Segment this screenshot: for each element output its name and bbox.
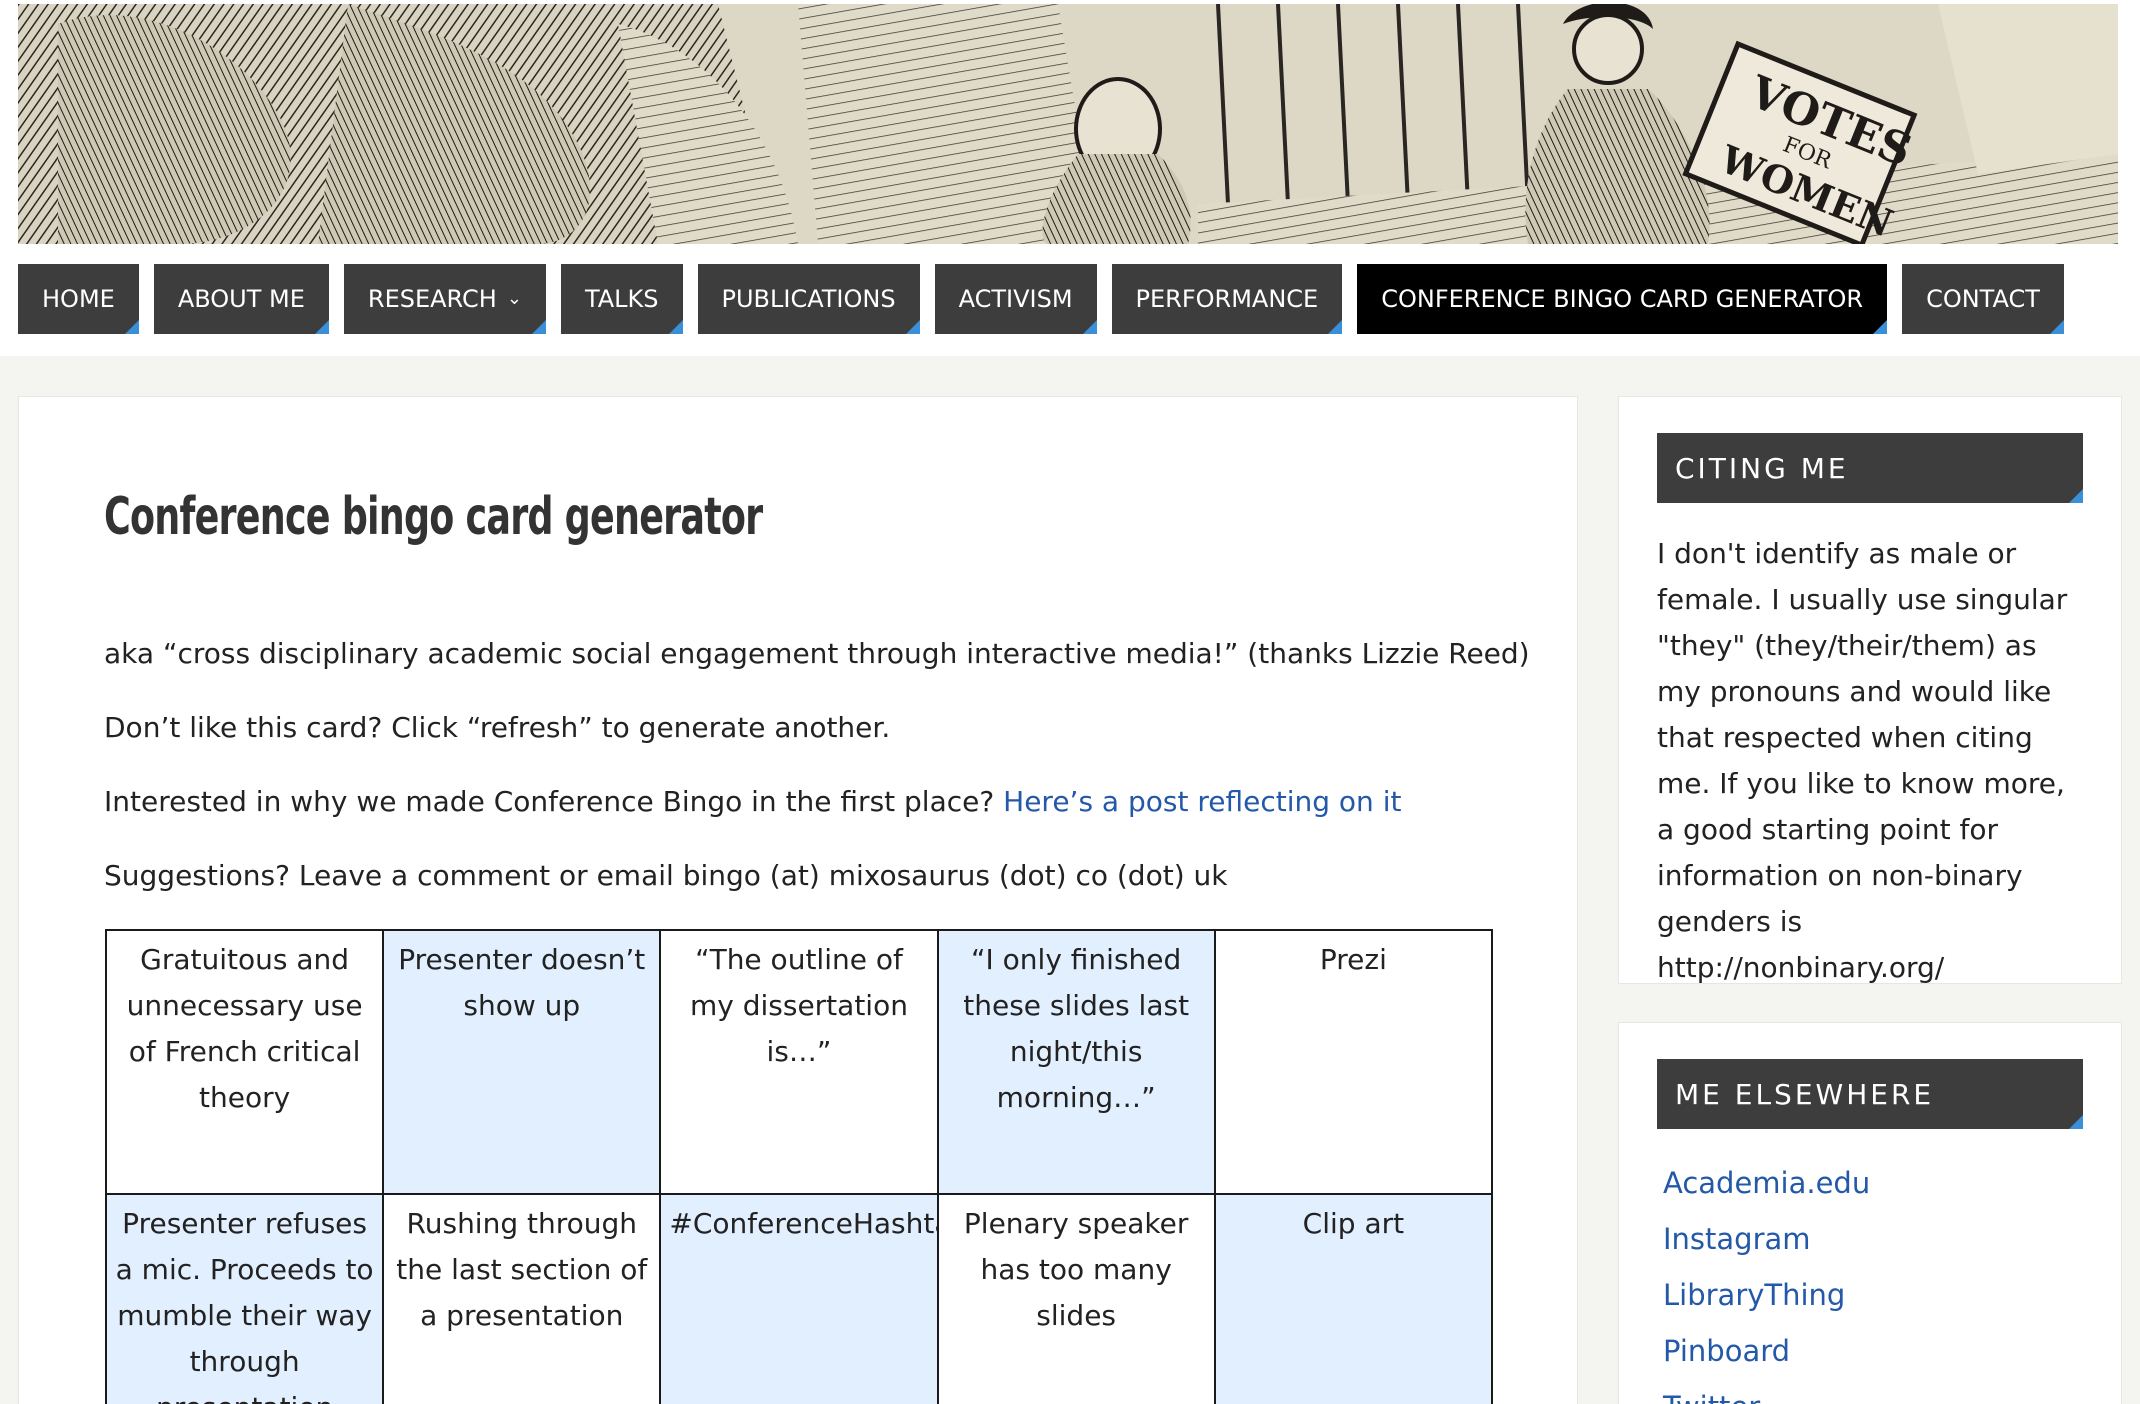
instagram-link[interactable]: Instagram [1663,1222,1811,1256]
nav-performance[interactable]: PERFORMANCE [1111,264,1343,334]
list-item: LibraryThing [1663,1267,2083,1323]
me-elsewhere-widget: ME ELSEWHERE Academia.edu Instagram Libr… [1618,1022,2122,1404]
chevron-down-icon: ⌄ [506,287,522,309]
bingo-cell: Plenary speaker has too many slides [936,1193,1216,1404]
nav-conference-bingo-label: CONFERENCE BINGO CARD GENERATOR [1381,285,1864,313]
table-row: Presenter refuses a mic. Proceeds to mum… [104,1193,1494,1404]
citing-me-widget: CITING ME I don't identify as male or fe… [1618,396,2122,984]
reflection-post-link[interactable]: Here’s a post reflecting on it [1003,785,1401,818]
header-banner-image: VOTES FOR WOMEN [18,4,2118,244]
why-text: Interested in why we made Conference Bin… [104,785,995,818]
nav-performance-label: PERFORMANCE [1135,285,1319,313]
elsewhere-link-list: Academia.edu Instagram LibraryThing Pinb… [1663,1155,2083,1404]
nav-home-label: HOME [42,285,115,313]
bingo-cell: Prezi [1213,929,1494,1195]
engraving-illustration: VOTES FOR WOMEN [18,4,2118,244]
nav-activism[interactable]: ACTIVISM [934,264,1097,334]
bingo-card: Gratuitous and unnecessary use of French… [104,929,1494,1404]
bingo-cell: “I only finished these slides last night… [936,929,1216,1195]
refresh-paragraph: Don’t like this card? Click “refresh” to… [104,711,891,744]
intro-paragraph: aka “cross disciplinary academic social … [104,637,1530,670]
academia-link[interactable]: Academia.edu [1663,1166,1870,1200]
list-item: Twitter [1663,1379,2083,1404]
suggestions-paragraph: Suggestions? Leave a comment or email bi… [104,859,1228,892]
nav-publications-label: PUBLICATIONS [721,285,896,313]
citing-me-title: CITING ME [1657,433,2083,503]
nav-about-me-label: ABOUT ME [177,285,305,313]
table-row: Gratuitous and unnecessary use of French… [104,929,1494,1195]
why-paragraph: Interested in why we made Conference Bin… [104,785,1401,818]
nav-talks-label: TALKS [584,285,659,313]
nav-contact[interactable]: CONTACT [1902,264,2064,334]
librarything-link[interactable]: LibraryThing [1663,1278,1845,1312]
bingo-cell: Rushing through the last section of a pr… [382,1193,662,1404]
twitter-link[interactable]: Twitter [1663,1390,1760,1404]
nav-about-me[interactable]: ABOUT ME [153,264,329,334]
main-content: Conference bingo card generator aka “cro… [18,396,1578,1404]
nav-publications[interactable]: PUBLICATIONS [697,264,920,334]
nav-activism-label: ACTIVISM [958,285,1073,313]
nav-research[interactable]: RESEARCH ⌄ [343,264,546,334]
nav-conference-bingo[interactable]: CONFERENCE BINGO CARD GENERATOR [1357,264,1888,334]
page-title: Conference bingo card generator [104,487,763,547]
main-navigation: HOME ABOUT ME RESEARCH ⌄ TALKS PUBLICATIO… [18,264,2064,334]
bingo-cell: Gratuitous and unnecessary use of French… [104,929,385,1195]
nav-research-label: RESEARCH [367,285,497,313]
bingo-cell: #ConferenceHashtag [659,1193,939,1404]
bingo-cell: Presenter doesn’t show up [382,929,662,1195]
nav-home[interactable]: HOME [18,264,139,334]
citing-me-text: I don't identify as male or female. I us… [1657,537,2068,984]
list-item: Pinboard [1663,1323,2083,1379]
pinboard-link[interactable]: Pinboard [1663,1334,1790,1368]
list-item: Academia.edu [1663,1155,2083,1211]
bingo-cell: “The outline of my dissertation is…” [659,929,939,1195]
me-elsewhere-title: ME ELSEWHERE [1657,1059,2083,1129]
bingo-cell: Clip art [1213,1193,1494,1404]
bingo-cell: Presenter refuses a mic. Proceeds to mum… [104,1193,385,1404]
nav-talks[interactable]: TALKS [560,264,683,334]
list-item: Instagram [1663,1211,2083,1267]
nav-contact-label: CONTACT [1926,285,2040,313]
